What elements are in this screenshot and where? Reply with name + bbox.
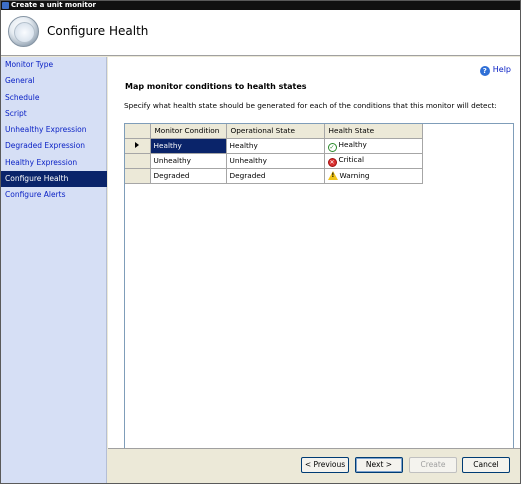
- operational-state-cell[interactable]: Healthy: [226, 138, 325, 154]
- health-state-label: Healthy: [338, 139, 367, 149]
- row-selector[interactable]: [125, 153, 151, 169]
- sidebar-item-script[interactable]: Script: [1, 106, 107, 122]
- grid-corner-cell: [125, 124, 151, 139]
- table-row[interactable]: Unhealthy Unhealthy ✕ Critical: [125, 153, 423, 169]
- health-state-cell[interactable]: ✕ Critical: [324, 153, 423, 169]
- help-link[interactable]: ? Help: [479, 65, 511, 76]
- sidebar-item-schedule[interactable]: Schedule: [1, 90, 107, 106]
- table-row[interactable]: Degraded Degraded ! Warning: [125, 168, 423, 184]
- wizard-footer: < Previous Next > Create Cancel: [108, 448, 520, 483]
- health-mapping-grid[interactable]: Monitor Condition Operational State Heal…: [124, 123, 514, 472]
- cancel-button[interactable]: Cancel: [462, 457, 510, 473]
- next-button[interactable]: Next >: [355, 457, 403, 473]
- sidebar-item-degraded-expression[interactable]: Degraded Expression: [1, 138, 107, 154]
- page-title: Configure Health: [47, 24, 149, 38]
- wizard-steps-sidebar: Monitor Type General Schedule Script Unh…: [1, 57, 107, 483]
- warning-icon: !: [327, 171, 338, 180]
- create-button[interactable]: Create: [409, 457, 457, 473]
- title-bar[interactable]: Create a unit monitor: [1, 1, 520, 10]
- health-state-label: Critical: [338, 154, 365, 164]
- section-description: Specify what health state should be gene…: [124, 101, 497, 110]
- wizard-logo-icon: [8, 16, 39, 47]
- sidebar-item-healthy-expression[interactable]: Healthy Expression: [1, 155, 107, 171]
- operational-state-cell[interactable]: Unhealthy: [226, 153, 325, 169]
- main-panel: ? Help Map monitor conditions to health s…: [108, 57, 520, 472]
- section-divider: [123, 94, 513, 95]
- monitor-condition-cell[interactable]: Healthy: [150, 138, 227, 154]
- window-title: Create a unit monitor: [11, 1, 96, 9]
- help-icon: ?: [479, 66, 490, 76]
- sidebar-item-configure-health[interactable]: Configure Health: [1, 171, 107, 188]
- column-header-monitor-condition[interactable]: Monitor Condition: [150, 124, 227, 139]
- wizard-window: Create a unit monitor Configure Health M…: [0, 0, 521, 484]
- row-selector[interactable]: [125, 168, 151, 184]
- window-icon: [2, 2, 9, 9]
- table-row[interactable]: Healthy Healthy ✓ Healthy: [125, 138, 423, 154]
- current-row-arrow-icon: [135, 142, 140, 148]
- sidebar-item-unhealthy-expression[interactable]: Unhealthy Expression: [1, 122, 107, 138]
- monitor-condition-cell[interactable]: Degraded: [150, 168, 227, 184]
- column-header-health-state[interactable]: Health State: [324, 124, 423, 139]
- sidebar-item-configure-alerts[interactable]: Configure Alerts: [1, 187, 107, 203]
- critical-icon: ✕: [327, 157, 337, 167]
- operational-state-cell[interactable]: Degraded: [226, 168, 325, 184]
- health-state-label: Warning: [339, 171, 370, 180]
- sidebar-item-general[interactable]: General: [1, 73, 107, 89]
- grid-header-row: Monitor Condition Operational State Heal…: [125, 124, 423, 139]
- section-title: Map monitor conditions to health states: [125, 82, 307, 91]
- wizard-header: Configure Health: [1, 10, 520, 56]
- row-selector[interactable]: [125, 138, 151, 154]
- sidebar-item-monitor-type[interactable]: Monitor Type: [1, 57, 107, 73]
- monitor-condition-cell[interactable]: Unhealthy: [150, 153, 227, 169]
- health-state-cell[interactable]: ! Warning: [324, 168, 423, 184]
- previous-button[interactable]: < Previous: [301, 457, 349, 473]
- column-header-operational-state[interactable]: Operational State: [226, 124, 325, 139]
- health-state-cell[interactable]: ✓ Healthy: [324, 138, 423, 154]
- check-icon: ✓: [327, 142, 337, 152]
- help-label: Help: [492, 65, 511, 74]
